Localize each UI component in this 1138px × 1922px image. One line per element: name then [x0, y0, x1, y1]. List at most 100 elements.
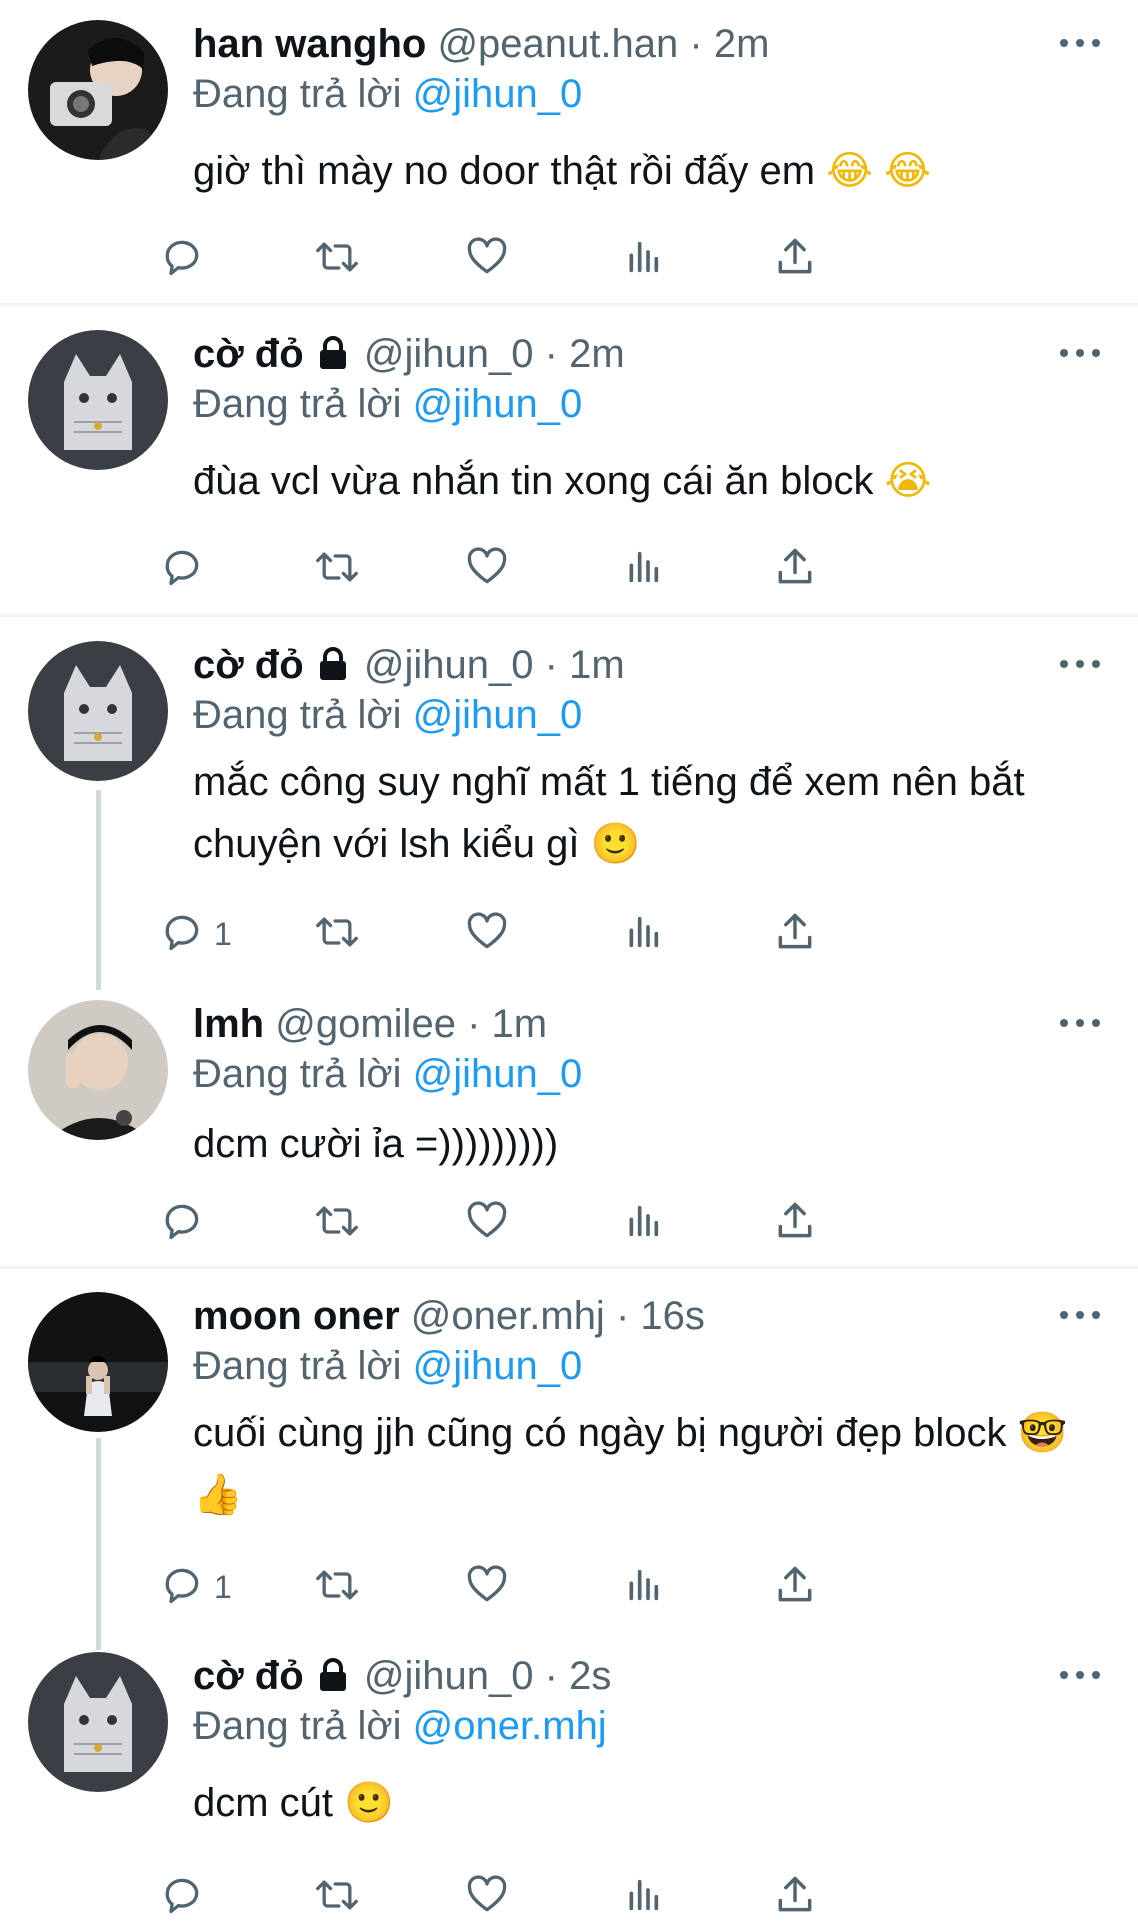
tweet-header: cờ đỏ @jihun_0 · 1m	[193, 641, 625, 689]
mention-link[interactable]: @jihun_0	[413, 382, 583, 426]
retweet-button[interactable]	[313, 544, 361, 594]
views-icon	[623, 545, 663, 594]
more-icon[interactable]	[1060, 33, 1100, 53]
emoji: 😂	[826, 148, 873, 194]
timestamp[interactable]: 16s	[640, 1294, 705, 1338]
replying-to-label: Đang trả lời	[193, 382, 402, 426]
emoji: 🙂	[344, 1780, 394, 1826]
like-button[interactable]	[465, 909, 509, 959]
reply-count: 1	[214, 915, 232, 952]
avatar[interactable]	[28, 1292, 168, 1432]
handle[interactable]: @oner.mhj	[411, 1294, 605, 1338]
retweet-button[interactable]	[313, 1872, 361, 1922]
share-button[interactable]	[773, 234, 817, 284]
timestamp[interactable]: 1m	[569, 643, 625, 687]
share-button[interactable]	[773, 1562, 817, 1612]
reply-icon	[160, 910, 204, 959]
timestamp[interactable]: 2m	[714, 22, 770, 66]
retweet-button[interactable]	[313, 1198, 361, 1248]
views-button[interactable]	[623, 234, 663, 284]
views-button[interactable]	[623, 1562, 663, 1612]
display-name[interactable]: cờ đỏ	[193, 1654, 304, 1698]
replying-to: Đang trả lời @jihun_0	[193, 691, 582, 739]
like-button[interactable]	[465, 544, 509, 594]
retweet-icon	[313, 910, 361, 959]
lock-icon	[319, 1658, 346, 1691]
action-bar: 1	[165, 909, 1013, 959]
more-icon[interactable]	[1060, 1665, 1100, 1685]
reply-button[interactable]	[160, 1872, 214, 1922]
reply-icon	[160, 1873, 204, 1922]
separator: ·	[689, 22, 703, 66]
views-button[interactable]	[623, 1872, 663, 1922]
share-button[interactable]	[773, 1198, 817, 1248]
mention-link[interactable]: @oner.mhj	[413, 1704, 607, 1748]
separator: ·	[544, 1654, 558, 1698]
share-button[interactable]	[773, 909, 817, 959]
tweet-header: cờ đỏ @jihun_0 · 2m	[193, 330, 625, 378]
display-name[interactable]: moon oner	[193, 1294, 400, 1338]
avatar[interactable]	[28, 1652, 168, 1792]
mention-link[interactable]: @jihun_0	[413, 72, 583, 116]
replying-to: Đang trả lời @jihun_0	[193, 1342, 582, 1390]
handle[interactable]: @peanut.han	[437, 22, 678, 66]
retweet-icon	[313, 1199, 361, 1248]
like-button[interactable]	[465, 1198, 509, 1248]
more-icon[interactable]	[1060, 1013, 1100, 1033]
handle[interactable]: @jihun_0	[364, 1654, 534, 1698]
share-icon	[773, 1199, 817, 1248]
timestamp[interactable]: 1m	[492, 1002, 548, 1046]
divider	[0, 303, 1138, 306]
mention-link[interactable]: @jihun_0	[413, 1052, 583, 1096]
mention-link[interactable]: @jihun_0	[413, 693, 583, 737]
avatar[interactable]	[28, 330, 168, 470]
retweet-button[interactable]	[313, 234, 361, 284]
retweet-button[interactable]	[313, 909, 361, 959]
avatar[interactable]	[28, 1000, 168, 1140]
timestamp[interactable]: 2s	[569, 1654, 611, 1698]
share-button[interactable]	[773, 1872, 817, 1922]
like-button[interactable]	[465, 1562, 509, 1612]
tweet-text: mắc công suy nghĩ mất 1 tiếng để xem nên…	[193, 751, 1073, 875]
emoji: 👍	[193, 1472, 243, 1518]
reply-button[interactable]	[160, 234, 214, 284]
views-button[interactable]	[623, 909, 663, 959]
reply-button[interactable]	[160, 1198, 214, 1248]
handle[interactable]: @jihun_0	[364, 643, 534, 687]
tweet-header: moon oner @oner.mhj · 16s	[193, 1292, 705, 1340]
display-name[interactable]: cờ đỏ	[193, 332, 304, 376]
like-icon	[465, 910, 509, 959]
mention-link[interactable]: @jihun_0	[413, 1344, 583, 1388]
display-name[interactable]: cờ đỏ	[193, 643, 304, 687]
display-name[interactable]: lmh	[193, 1002, 264, 1046]
views-button[interactable]	[623, 1198, 663, 1248]
reply-button[interactable]: 1	[160, 909, 232, 959]
tweet-text-content: dcm cười ỉa =)))))))))	[193, 1122, 559, 1166]
retweet-icon	[313, 235, 361, 284]
reply-button[interactable]	[160, 544, 214, 594]
timestamp[interactable]: 2m	[569, 332, 625, 376]
replying-to: Đang trả lời @jihun_0	[193, 1050, 582, 1098]
retweet-icon	[313, 1563, 361, 1612]
avatar[interactable]	[28, 641, 168, 781]
reply-button[interactable]: 1	[160, 1562, 232, 1612]
more-icon[interactable]	[1060, 1305, 1100, 1325]
share-icon	[773, 545, 817, 594]
display-name[interactable]: han wangho	[193, 22, 426, 66]
retweet-button[interactable]	[313, 1562, 361, 1612]
views-button[interactable]	[623, 544, 663, 594]
like-icon	[465, 1199, 509, 1248]
tweet-header: lmh @gomilee · 1m	[193, 1000, 547, 1048]
action-bar	[165, 234, 1013, 284]
handle[interactable]: @jihun_0	[364, 332, 534, 376]
share-button[interactable]	[773, 544, 817, 594]
like-button[interactable]	[465, 234, 509, 284]
avatar[interactable]	[28, 20, 168, 160]
handle[interactable]: @gomilee	[275, 1002, 456, 1046]
like-button[interactable]	[465, 1872, 509, 1922]
tweet-text: cuối cùng jjh cũng có ngày bị người đẹp …	[193, 1402, 1073, 1526]
replying-to: Đang trả lời @jihun_0	[193, 380, 582, 428]
more-icon[interactable]	[1060, 343, 1100, 363]
more-icon[interactable]	[1060, 654, 1100, 674]
separator: ·	[544, 332, 558, 376]
